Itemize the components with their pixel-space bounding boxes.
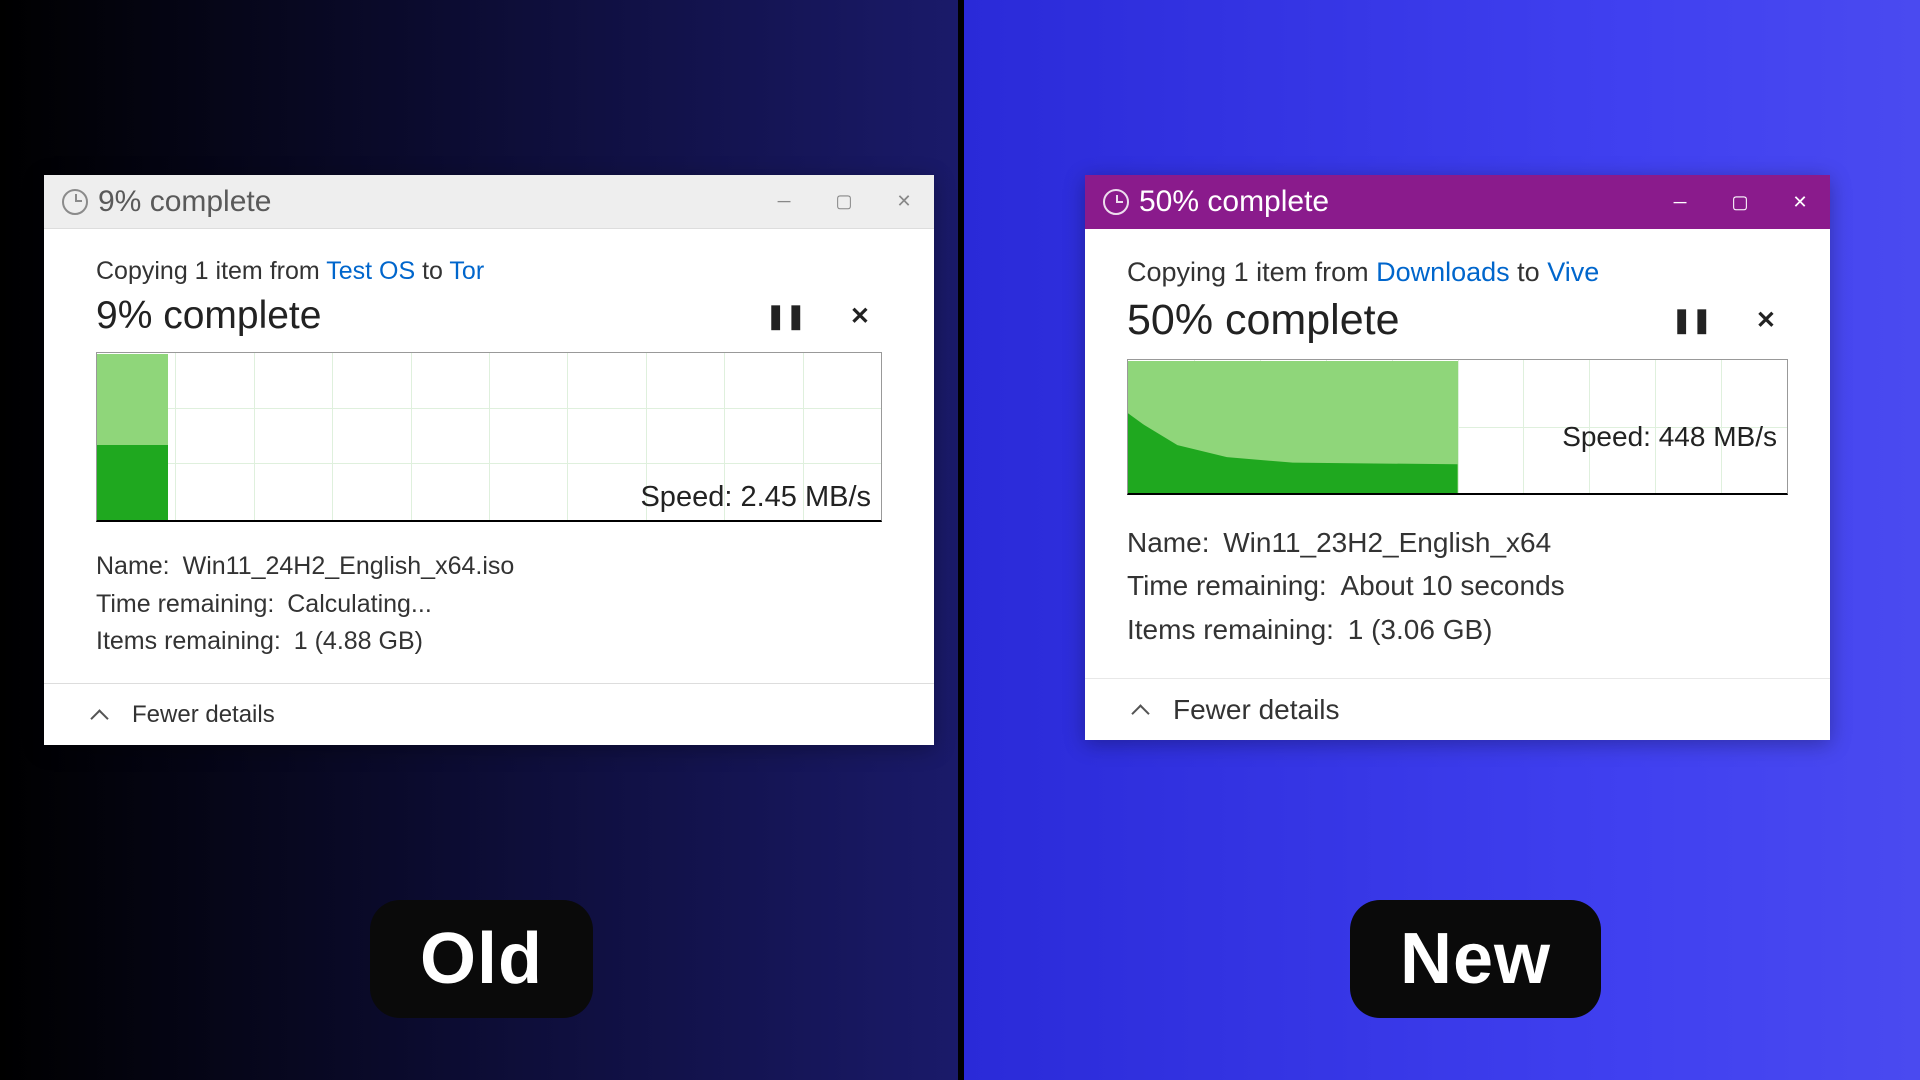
copy-dialog-new: 50% complete ─ ▢ ✕ Copying 1 item from D…	[1085, 175, 1830, 740]
copy-dialog-old: 9% complete ─ ▢ ✕ Copying 1 item from Te…	[44, 175, 934, 745]
destination-link[interactable]: Tor	[449, 257, 484, 285]
chevron-up-icon[interactable]	[90, 705, 110, 725]
titlebar-text: 50% complete	[1139, 185, 1329, 219]
action-buttons: ❚❚ ✕	[1672, 306, 1776, 335]
speed-label: Speed: 448 MB/s	[1562, 421, 1777, 453]
action-buttons: ❚❚ ✕	[766, 302, 870, 331]
detail-time: Time remaining: Calculating...	[96, 586, 882, 624]
detail-items: Items remaining: 1 (4.88 GB)	[96, 623, 882, 661]
titlebar[interactable]: 9% complete ─ ▢ ✕	[44, 175, 934, 229]
details-block: Name: Win11_23H2_English_x64 Time remain…	[1127, 521, 1788, 651]
complete-text: 50% complete	[1127, 296, 1400, 345]
copying-prefix: Copying 1 item from	[1127, 257, 1376, 287]
clock-icon	[1103, 189, 1129, 215]
detail-items: Items remaining: 1 (3.06 GB)	[1127, 608, 1788, 651]
caption-old: Old	[370, 900, 593, 1018]
copying-prefix: Copying 1 item from	[96, 257, 326, 285]
detail-name: Name: Win11_24H2_English_x64.iso	[96, 548, 882, 586]
cancel-button[interactable]: ✕	[850, 302, 870, 331]
minimize-button[interactable]: ─	[1650, 175, 1710, 229]
copying-description: Copying 1 item from Test OS to Tor	[96, 257, 882, 286]
titlebar-text: 9% complete	[98, 185, 271, 219]
complete-row: 9% complete ❚❚ ✕	[96, 294, 882, 338]
details-block: Name: Win11_24H2_English_x64.iso Time re…	[96, 548, 882, 661]
vertical-divider	[958, 0, 964, 1080]
dialog-body: Copying 1 item from Test OS to Tor 9% co…	[44, 229, 934, 661]
titlebar[interactable]: 50% complete ─ ▢ ✕	[1085, 175, 1830, 229]
maximize-button[interactable]: ▢	[814, 175, 874, 228]
destination-link[interactable]: Vive	[1547, 257, 1599, 287]
close-button[interactable]: ✕	[874, 175, 934, 228]
footer: Fewer details	[44, 683, 934, 745]
transfer-chart[interactable]: Speed: 2.45 MB/s	[96, 352, 882, 522]
fewer-details-toggle[interactable]: Fewer details	[1173, 694, 1340, 726]
footer: Fewer details	[1085, 678, 1830, 740]
chevron-up-icon[interactable]	[1131, 700, 1151, 720]
copying-mid: to	[415, 257, 449, 285]
complete-row: 50% complete ❚❚ ✕	[1127, 296, 1788, 345]
detail-time: Time remaining: About 10 seconds	[1127, 564, 1788, 607]
clock-icon	[62, 189, 88, 215]
speed-label: Speed: 2.45 MB/s	[640, 481, 871, 514]
copying-description: Copying 1 item from Downloads to Vive	[1127, 257, 1788, 288]
source-link[interactable]: Test OS	[326, 257, 415, 285]
source-link[interactable]: Downloads	[1376, 257, 1510, 287]
progress-dark	[97, 445, 168, 520]
close-button[interactable]: ✕	[1770, 175, 1830, 229]
cancel-button[interactable]: ✕	[1756, 306, 1776, 335]
pause-button[interactable]: ❚❚	[1672, 306, 1712, 335]
window-controls: ─ ▢ ✕	[1650, 175, 1830, 229]
maximize-button[interactable]: ▢	[1710, 175, 1770, 229]
window-controls: ─ ▢ ✕	[754, 175, 934, 228]
fewer-details-toggle[interactable]: Fewer details	[132, 701, 275, 729]
pause-button[interactable]: ❚❚	[766, 302, 806, 331]
dialog-body: Copying 1 item from Downloads to Vive 50…	[1085, 229, 1830, 651]
caption-new: New	[1350, 900, 1601, 1018]
transfer-chart[interactable]: Speed: 448 MB/s	[1127, 359, 1788, 495]
complete-text: 9% complete	[96, 294, 321, 338]
copying-mid: to	[1510, 257, 1548, 287]
detail-name: Name: Win11_23H2_English_x64	[1127, 521, 1788, 564]
minimize-button[interactable]: ─	[754, 175, 814, 228]
